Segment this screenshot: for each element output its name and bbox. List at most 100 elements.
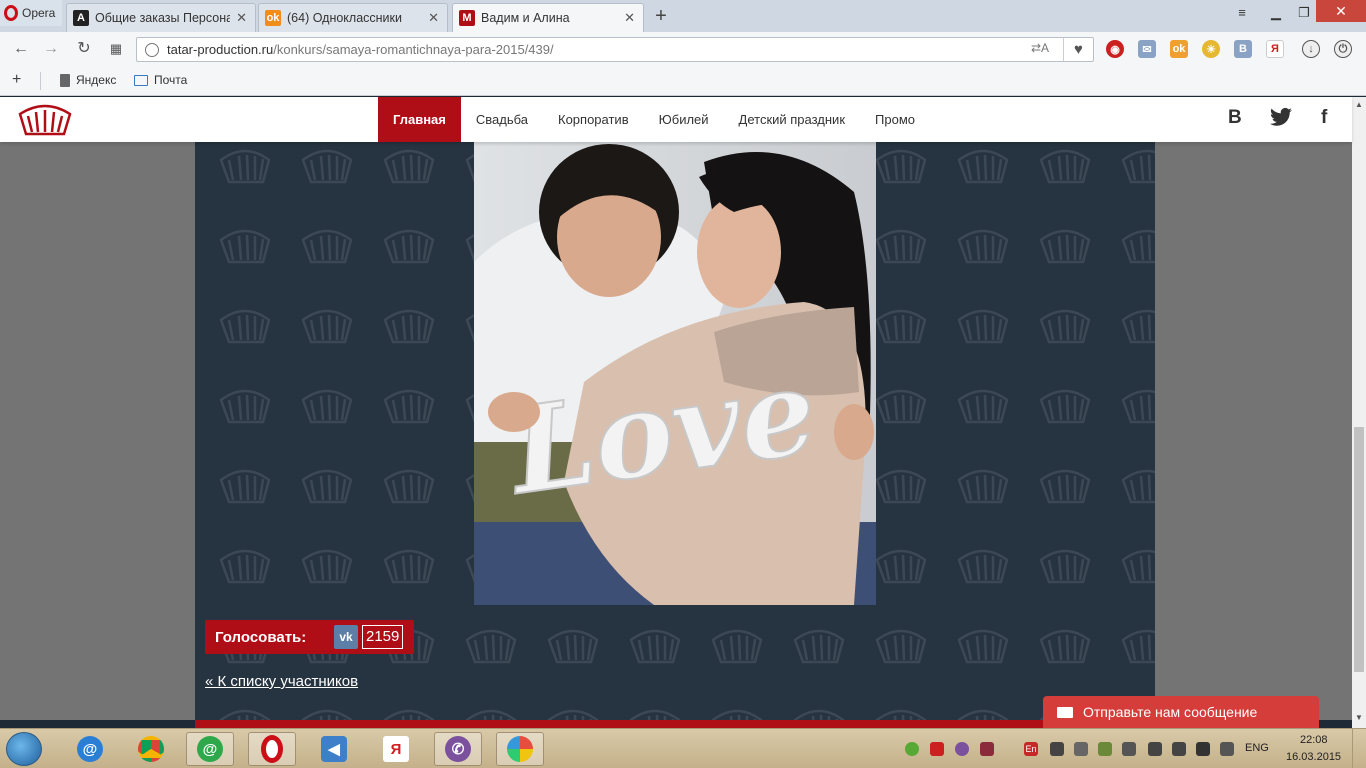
- taskbar-icq[interactable]: @: [186, 732, 234, 766]
- opera-menu-button[interactable]: Opera: [0, 0, 62, 26]
- tray-signal-icon[interactable]: [1122, 742, 1136, 756]
- taskbar-viber[interactable]: ✆: [434, 732, 482, 766]
- tab-close-icon[interactable]: ✕: [624, 10, 635, 26]
- bookmark-label: Почта: [154, 73, 188, 87]
- tray-network-icon[interactable]: [1196, 742, 1210, 756]
- tray-network-app-icon[interactable]: [905, 742, 919, 756]
- paint-palette-icon: [507, 736, 533, 762]
- nav-item-svadba[interactable]: Свадьба: [461, 97, 543, 142]
- tray-security-icon[interactable]: [980, 742, 994, 756]
- odnoklassniki-favicon-icon: ok: [265, 10, 281, 26]
- taskbar-mail-agent[interactable]: @: [66, 732, 114, 766]
- site-info-icon[interactable]: [145, 42, 159, 57]
- site-logo[interactable]: [16, 102, 74, 138]
- main-navigation: Главная Свадьба Корпоратив Юбилей Детски…: [378, 97, 930, 142]
- vk-extension-icon[interactable]: B: [1234, 40, 1252, 58]
- show-desktop-button[interactable]: [1352, 729, 1366, 768]
- vote-count: 2159: [362, 625, 404, 649]
- bookmark-label: Яндекс: [76, 73, 117, 87]
- icq-at-icon: @: [197, 736, 223, 762]
- browser-tabstrip: Opera A Общие заказы Персонал ✕ ok (64) …: [0, 0, 1366, 32]
- back-to-list-link[interactable]: « К списку участников: [205, 673, 358, 690]
- chat-widget-label: Отправьте нам сообщение: [1083, 704, 1258, 720]
- vote-panel: Голосовать: vk 2159: [205, 620, 414, 654]
- start-button[interactable]: [6, 732, 42, 766]
- address-field[interactable]: tatar-production.ru/konkurs/samaya-roman…: [136, 37, 1094, 62]
- new-tab-button[interactable]: +: [651, 5, 671, 27]
- tab-close-icon[interactable]: ✕: [428, 10, 439, 26]
- tray-shield-icon[interactable]: [930, 742, 944, 756]
- nav-item-detskiy-prazdnik[interactable]: Детский праздник: [724, 97, 860, 142]
- bookmark-heart-icon[interactable]: ♥: [1063, 38, 1093, 61]
- couple-photo: Love: [474, 142, 876, 605]
- taskbar-chrome[interactable]: [127, 732, 175, 766]
- tray-battery-icon[interactable]: [1098, 742, 1112, 756]
- close-window-icon[interactable]: ✕: [1316, 0, 1366, 22]
- bookmark-yandex[interactable]: Яндекс: [60, 73, 116, 87]
- tray-monitor-icon[interactable]: [1074, 742, 1088, 756]
- twitter-icon[interactable]: [1270, 107, 1292, 132]
- scrollbar-thumb[interactable]: [1354, 427, 1364, 672]
- clock-date[interactable]: 16.03.2015: [1286, 751, 1341, 763]
- yandex-extension-icon[interactable]: Я: [1266, 40, 1284, 58]
- tray-language-icon[interactable]: En: [1024, 742, 1038, 756]
- weather-extension-icon[interactable]: ☀: [1202, 40, 1220, 58]
- odnoklassniki-extension-icon[interactable]: ok: [1170, 40, 1188, 58]
- vk-vote-button[interactable]: vk: [334, 625, 358, 649]
- nav-item-glavnaya[interactable]: Главная: [378, 97, 461, 142]
- tab-vadim-alina[interactable]: M Вадим и Алина ✕: [452, 3, 644, 32]
- mail-extension-icon[interactable]: ✉: [1138, 40, 1156, 58]
- taskbar-yandex[interactable]: Я: [372, 732, 420, 766]
- speaker-icon: ◀: [321, 736, 347, 762]
- site-header: Главная Свадьба Корпоратив Юбилей Детски…: [0, 97, 1352, 142]
- reload-icon[interactable]: ↻: [73, 38, 95, 60]
- translate-icon[interactable]: ⇄A: [1031, 41, 1049, 55]
- tab-personal-orders[interactable]: A Общие заказы Персонал ✕: [66, 3, 256, 32]
- tray-keyboard-icon[interactable]: [1050, 742, 1064, 756]
- restore-icon[interactable]: ❐: [1292, 2, 1316, 24]
- url-path: /konkurs/samaya-romantichnaya-para-2015/…: [273, 42, 554, 57]
- mail-icon: [134, 74, 148, 86]
- browser-toolbar: ← → ↻ ▦ tatar-production.ru/konkurs/sama…: [0, 32, 1366, 66]
- facebook-icon[interactable]: f: [1321, 107, 1327, 129]
- chrome-icon: [138, 736, 164, 762]
- tray-flag-icon[interactable]: [1220, 742, 1234, 756]
- send-message-widget[interactable]: Отправьте нам сообщение: [1043, 696, 1319, 728]
- bookmark-pochta[interactable]: Почта: [134, 73, 187, 87]
- taskbar-opera[interactable]: [248, 732, 296, 766]
- tab-list-icon[interactable]: ≡: [1232, 2, 1252, 24]
- speed-dial-grid-icon[interactable]: ▦: [105, 38, 127, 60]
- nav-item-promo[interactable]: Промо: [860, 97, 930, 142]
- nav-item-korporativ[interactable]: Корпоратив: [543, 97, 644, 142]
- forward-arrow-icon[interactable]: →: [40, 38, 62, 60]
- site-favicon-icon: M: [459, 10, 475, 26]
- tray-viber-icon[interactable]: [955, 742, 969, 756]
- tab-odnoklassniki[interactable]: ok (64) Одноклассники ✕: [258, 3, 448, 32]
- tray-sound-icon[interactable]: [1172, 742, 1186, 756]
- at-sign-icon: @: [77, 736, 103, 762]
- add-bookmark-icon[interactable]: +: [12, 71, 21, 89]
- yandex-icon: Я: [383, 736, 409, 762]
- windows-taskbar: @ @ ◀ Я ✆ En ENG 22:08 16.03.2015: [0, 728, 1366, 768]
- minimize-icon[interactable]: ▁: [1264, 2, 1288, 24]
- opera-logo-icon: [4, 5, 18, 21]
- vk-icon[interactable]: В: [1228, 107, 1242, 129]
- opera-icon: [261, 735, 283, 763]
- tray-language-label[interactable]: ENG: [1245, 742, 1269, 754]
- scroll-down-icon[interactable]: ▼: [1355, 713, 1363, 722]
- footer-band: [195, 720, 1155, 728]
- page-scrollbar[interactable]: ▲ ▼: [1352, 97, 1366, 728]
- taskbar-paint[interactable]: [496, 732, 544, 766]
- nav-item-yubiley[interactable]: Юбилей: [644, 97, 724, 142]
- tray-power-icon[interactable]: [1148, 742, 1162, 756]
- tab-close-icon[interactable]: ✕: [236, 10, 247, 26]
- download-icon[interactable]: ↓: [1302, 40, 1320, 58]
- taskbar-volume[interactable]: ◀: [310, 732, 358, 766]
- tab-favicon-icon: A: [73, 10, 89, 26]
- document-icon: [60, 73, 70, 87]
- sync-icon[interactable]: ⏻: [1334, 40, 1352, 58]
- adblock-extension-icon[interactable]: ◉: [1106, 40, 1124, 58]
- back-arrow-icon[interactable]: ←: [10, 38, 32, 60]
- scroll-up-icon[interactable]: ▲: [1355, 100, 1363, 109]
- clock-time[interactable]: 22:08: [1300, 734, 1328, 746]
